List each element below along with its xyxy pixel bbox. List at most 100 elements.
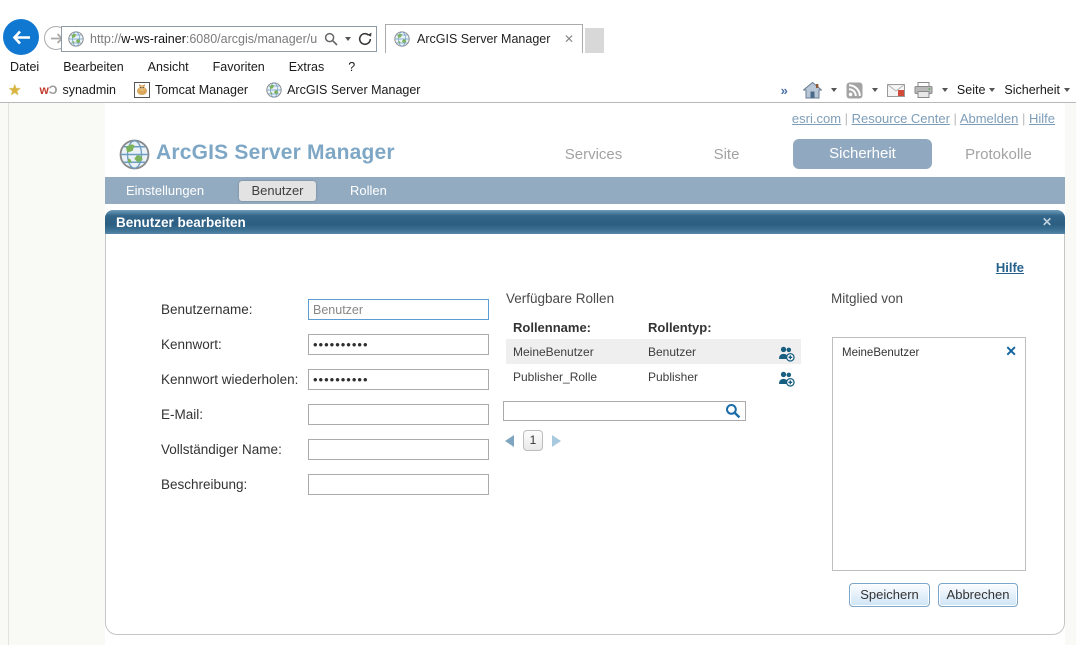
star-icon: ★ [8, 82, 22, 99]
vollstaendiger-name-input[interactable] [308, 439, 489, 460]
field-row-kennwort-wiederholen: Kennwort wiederholen: [161, 369, 298, 390]
page-number-button[interactable]: 1 [523, 430, 543, 451]
member-of-title: Mitglied von [831, 291, 904, 306]
sub-nav: Einstellungen Benutzer Rollen [105, 177, 1065, 204]
main-nav: Services Site Sicherheit Protokolle [527, 138, 1065, 170]
menu-bar: Datei Bearbeiten Ansicht Favoriten Extra… [0, 56, 1076, 78]
favorite-arcgis-server-manager[interactable]: ArcGIS Server Manager [266, 82, 420, 98]
add-role-icon[interactable] [778, 370, 795, 387]
field-row-beschreibung: Beschreibung: [161, 474, 247, 495]
link-hilfe-top[interactable]: Hilfe [1029, 111, 1055, 126]
menu-hilfe[interactable]: ? [348, 60, 355, 74]
page-background: esri.com | Resource Center | Abmelden | … [0, 103, 1076, 645]
panel-close-icon[interactable]: ✕ [1042, 215, 1052, 229]
nav-sicherheit[interactable]: Sicherheit [793, 139, 932, 169]
panel-help-link[interactable]: Hilfe [996, 260, 1024, 275]
roles-table-header: Rollenname: Rollentyp: [506, 318, 801, 340]
member-item: MeineBenutzer [842, 347, 920, 359]
subnav-rollen[interactable]: Rollen [350, 183, 387, 198]
field-row-benutzername: Benutzername: [161, 299, 253, 320]
nav-protokolle[interactable]: Protokolle [932, 146, 1065, 163]
tomcat-favicon-icon [133, 82, 150, 98]
tab-close-icon[interactable]: ✕ [564, 32, 574, 46]
rss-feed-icon[interactable] [846, 82, 863, 99]
toolbar-overflow-chevron[interactable]: » [781, 83, 788, 98]
home-icon[interactable] [802, 81, 823, 99]
page-left-edge [8, 103, 9, 645]
browser-tab[interactable]: ArcGIS Server Manager ✕ [385, 24, 583, 53]
role-row-publisher-rolle[interactable]: Publisher_Rolle Publisher [506, 364, 801, 389]
label-kennwort: Kennwort: [161, 337, 222, 352]
favorite-synadmin[interactable]: wƆ synadmin [39, 83, 116, 97]
back-button[interactable] [3, 19, 39, 55]
roles-search-input[interactable] [504, 403, 725, 419]
remove-member-icon[interactable]: ✕ [1005, 343, 1017, 360]
save-button[interactable]: Speichern [849, 583, 930, 607]
menu-extras[interactable]: Extras [289, 60, 324, 74]
kennwort-wiederholen-input[interactable] [308, 369, 489, 390]
link-esri-com[interactable]: esri.com [792, 111, 841, 126]
back-arrow-icon [12, 30, 31, 45]
mail-icon[interactable] [886, 83, 905, 97]
benutzername-input[interactable] [308, 299, 489, 320]
cancel-button[interactable]: Abbrechen [938, 583, 1018, 607]
address-bar[interactable]: http://w-ws-rainer:6080/arcgis/manager/u [61, 26, 377, 52]
nav-services[interactable]: Services [527, 146, 660, 163]
roles-search-icon[interactable] [725, 403, 743, 419]
role-row-meinebenutzer[interactable]: MeineBenutzer Benutzer [506, 339, 801, 364]
sicherheit-dropdown-icon [1064, 88, 1070, 92]
top-links: esri.com | Resource Center | Abmelden | … [791, 111, 1055, 126]
seite-menu[interactable]: Seite [957, 83, 996, 97]
ie-window: { "browser": { "url": { "prefix": "http:… [0, 0, 1076, 645]
kennwort-input[interactable] [308, 334, 489, 355]
tab-title: ArcGIS Server Manager [417, 32, 551, 46]
url-text[interactable]: http://w-ws-rainer:6080/arcgis/manager/u [90, 32, 320, 46]
roles-pagination: 1 [505, 430, 561, 451]
panel-title-bar: Benutzer bearbeiten ✕ [105, 210, 1065, 234]
favorites-star-button[interactable]: ★ [8, 81, 21, 99]
field-row-vollstaendiger-name: Vollständiger Name: [161, 439, 282, 460]
menu-favoriten[interactable]: Favoriten [213, 60, 265, 74]
new-tab-button[interactable] [585, 28, 604, 53]
email-input[interactable] [308, 404, 489, 425]
add-role-icon[interactable] [778, 345, 795, 362]
label-benutzername: Benutzername: [161, 302, 253, 317]
subnav-benutzer[interactable]: Benutzer [239, 180, 316, 201]
link-resource-center[interactable]: Resource Center [852, 111, 950, 126]
browser-chrome: http://w-ws-rainer:6080/arcgis/manager/u… [0, 0, 1076, 103]
edit-user-panel: Hilfe Benutzername: Kennwort: Kennwort w… [105, 234, 1065, 635]
address-dropdown-icon[interactable] [345, 37, 351, 41]
panel-title: Benutzer bearbeiten [116, 214, 246, 230]
seite-dropdown-icon [989, 88, 996, 92]
link-abmelden[interactable]: Abmelden [960, 111, 1019, 126]
label-kennwort-wiederholen: Kennwort wiederholen: [161, 372, 299, 387]
home-dropdown-icon[interactable] [830, 88, 837, 92]
app-title: ArcGIS Server Manager [156, 141, 395, 164]
roles-col-name: Rollenname: [513, 320, 592, 335]
label-vollstaendiger-name: Vollständiger Name: [161, 442, 282, 457]
favorite-tomcat-manager[interactable]: Tomcat Manager [133, 82, 248, 98]
roles-search-box [503, 401, 746, 421]
rss-dropdown-icon[interactable] [871, 88, 878, 92]
tab-favicon-globe-icon [394, 31, 410, 47]
sicherheit-menu[interactable]: Sicherheit [1004, 83, 1070, 97]
site-favicon-globe-icon [68, 31, 84, 47]
page-content: esri.com | Resource Center | Abmelden | … [105, 103, 1065, 645]
subnav-einstellungen[interactable]: Einstellungen [126, 183, 204, 198]
nav-site[interactable]: Site [660, 146, 793, 163]
refresh-icon[interactable] [358, 32, 372, 46]
menu-bearbeiten[interactable]: Bearbeiten [63, 60, 123, 74]
search-icon[interactable] [324, 32, 338, 46]
print-icon[interactable] [914, 82, 933, 98]
beschreibung-input[interactable] [308, 474, 489, 495]
page-prev-icon[interactable] [505, 434, 514, 447]
field-row-email: E-Mail: [161, 404, 203, 425]
print-dropdown-icon[interactable] [941, 88, 948, 92]
page-next-icon[interactable] [552, 434, 561, 447]
label-email: E-Mail: [161, 407, 204, 422]
member-of-listbox[interactable]: MeineBenutzer ✕ [832, 337, 1026, 571]
menu-datei[interactable]: Datei [10, 60, 39, 74]
arcgis-logo-globe-icon [119, 139, 150, 170]
menu-ansicht[interactable]: Ansicht [148, 60, 189, 74]
label-beschreibung: Beschreibung: [161, 477, 248, 492]
